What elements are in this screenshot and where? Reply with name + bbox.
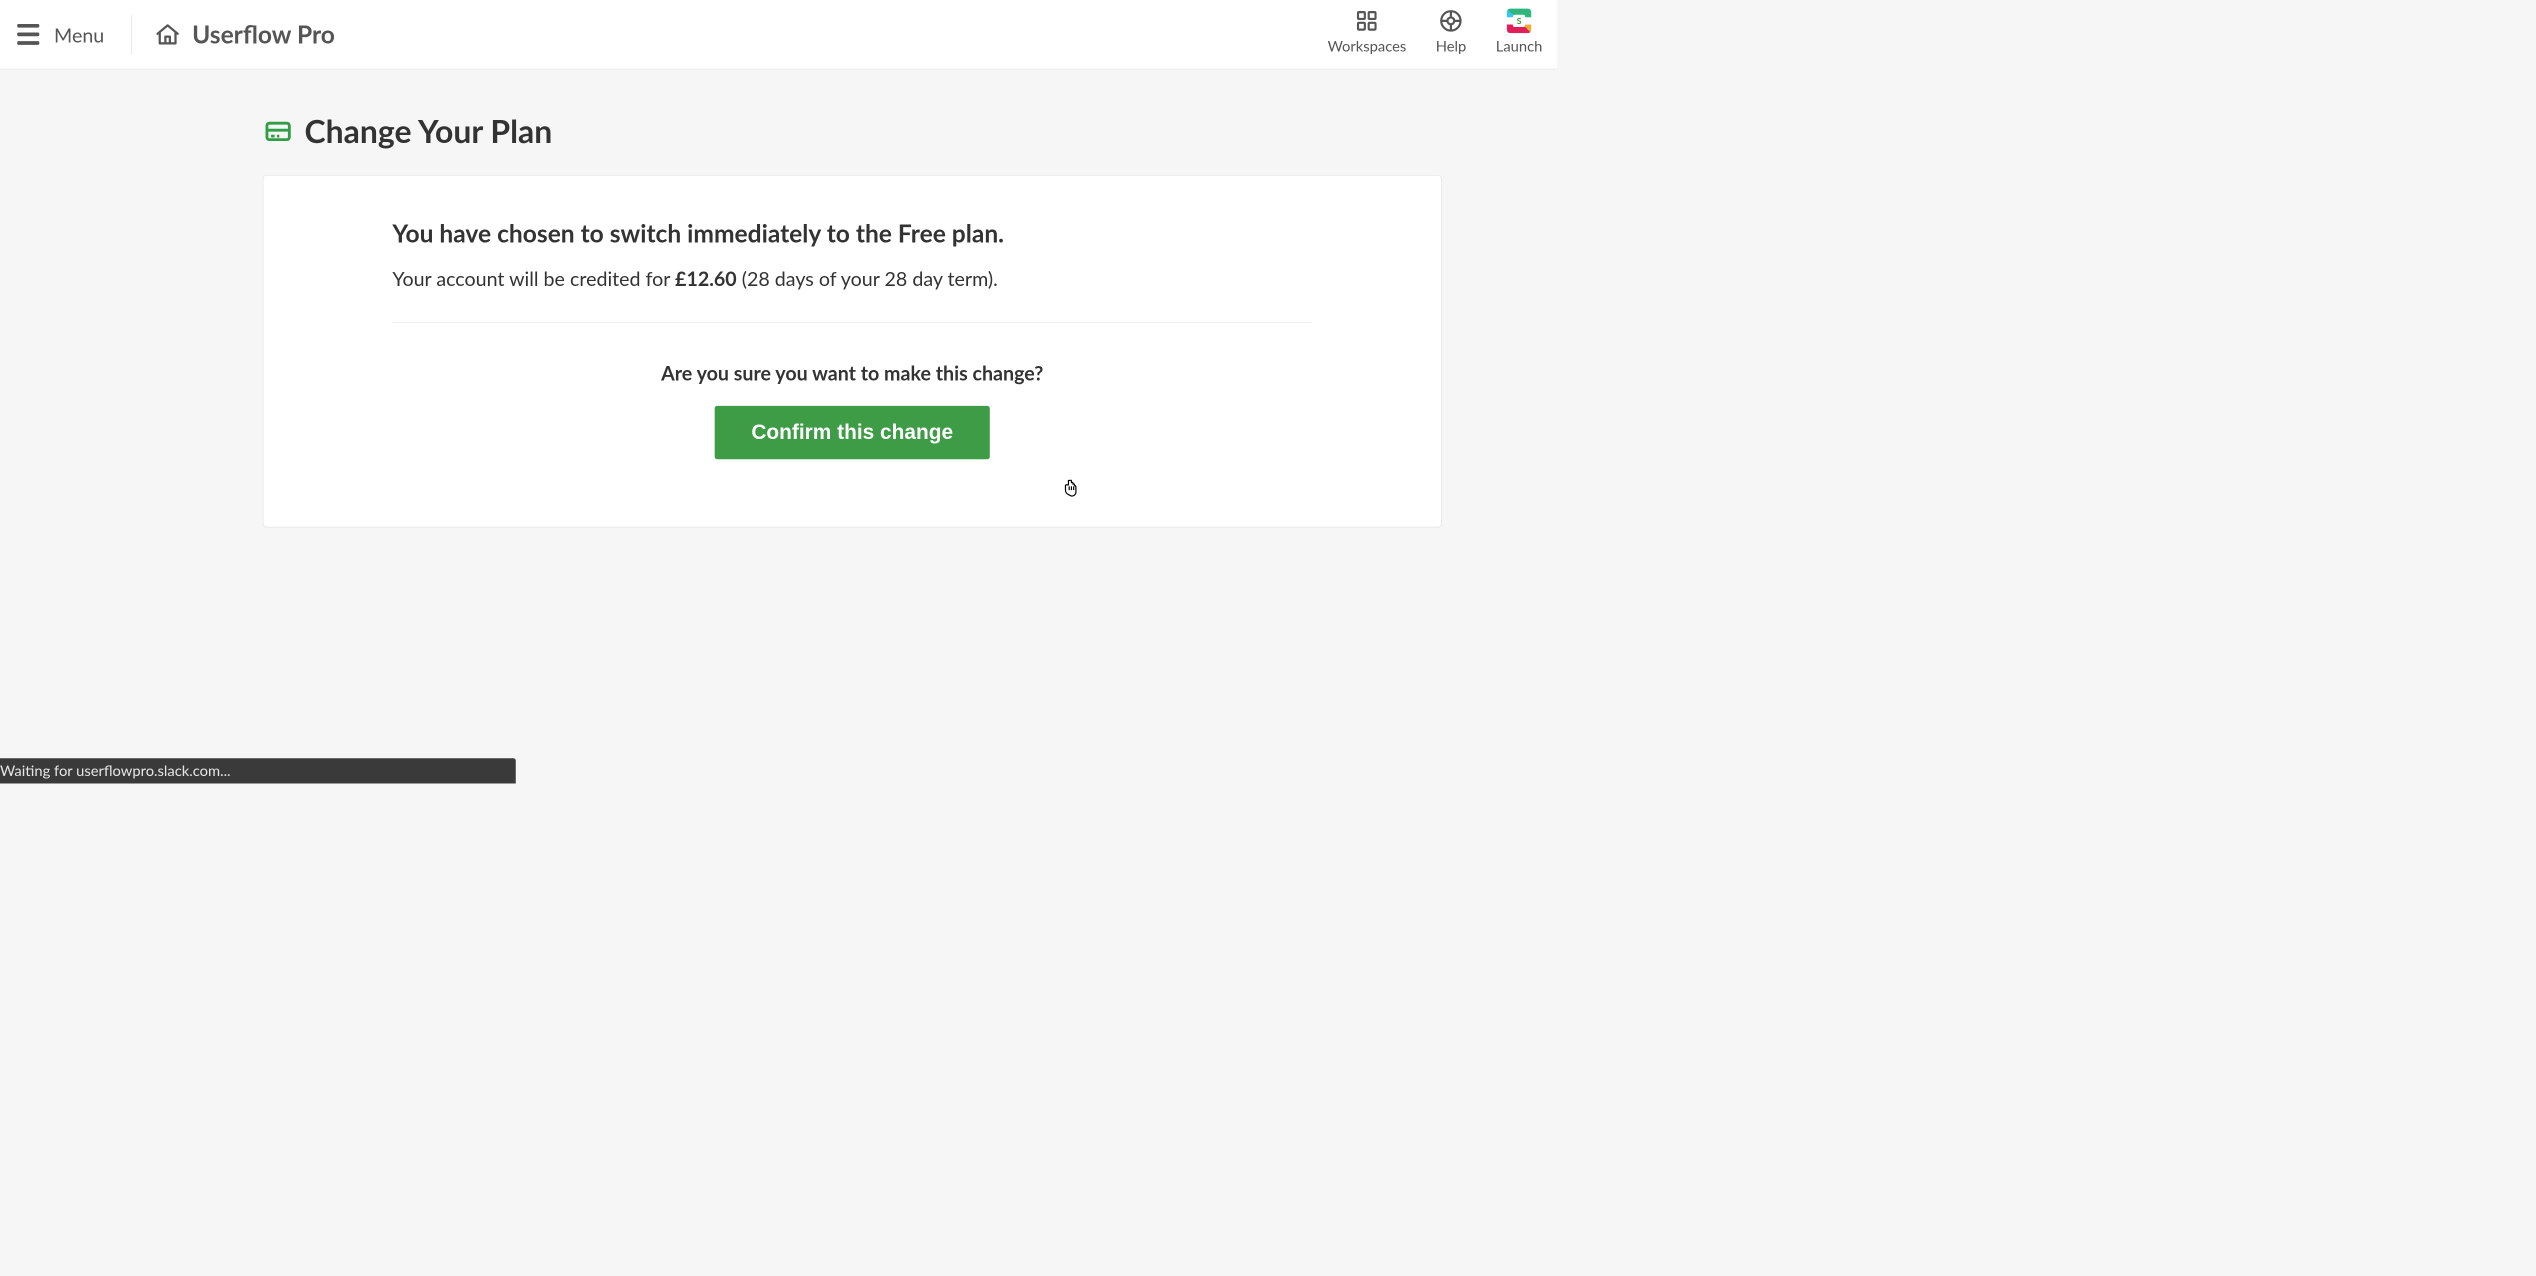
workspaces-icon	[1355, 8, 1378, 34]
brand-name: Userflow Pro	[192, 20, 335, 49]
page-body: Change Your Plan You have chosen to swit…	[0, 69, 1557, 527]
page-title: Change Your Plan	[305, 112, 553, 150]
credit-amount: £12.60	[675, 266, 737, 290]
header-divider	[131, 15, 132, 54]
plan-change-card: You have chosen to switch immediately to…	[263, 175, 1442, 527]
credit-card-icon	[264, 117, 292, 145]
credit-suffix: (28 days of your 28 day term).	[737, 266, 998, 290]
menu-label: Menu	[54, 22, 104, 46]
browser-status-bar: Waiting for userflowpro.slack.com...	[0, 758, 516, 783]
app-header: Menu Userflow Pro	[0, 0, 1557, 69]
credit-line: Your account will be credited for £12.60…	[392, 266, 1312, 290]
launch-label: Launch	[1496, 37, 1543, 55]
launch-button[interactable]: S Launch	[1496, 8, 1543, 55]
home-icon	[154, 21, 181, 48]
confirm-area: Are you sure you want to make this chang…	[637, 361, 1067, 459]
app-launcher-icon: S	[1507, 8, 1532, 34]
workspaces-button[interactable]: Workspaces	[1328, 8, 1407, 55]
credit-prefix: Your account will be credited for	[392, 266, 675, 290]
menu-button[interactable]: Menu	[17, 22, 104, 46]
workspaces-label: Workspaces	[1328, 37, 1407, 55]
header-right: Workspaces Help S	[1328, 8, 1543, 61]
header-left: Menu Userflow Pro	[17, 15, 335, 54]
help-button[interactable]: Help	[1436, 8, 1467, 55]
help-icon	[1438, 8, 1464, 34]
hamburger-icon	[17, 24, 39, 45]
status-text: Waiting for userflowpro.slack.com...	[0, 762, 231, 780]
help-label: Help	[1436, 37, 1467, 55]
confirm-question: Are you sure you want to make this chang…	[637, 361, 1067, 385]
card-divider	[392, 322, 1312, 323]
plan-change-headline: You have chosen to switch immediately to…	[392, 219, 1312, 248]
confirm-button[interactable]: Confirm this change	[714, 406, 990, 459]
home-link[interactable]: Userflow Pro	[154, 20, 335, 49]
page-title-row: Change Your Plan	[189, 112, 1368, 150]
